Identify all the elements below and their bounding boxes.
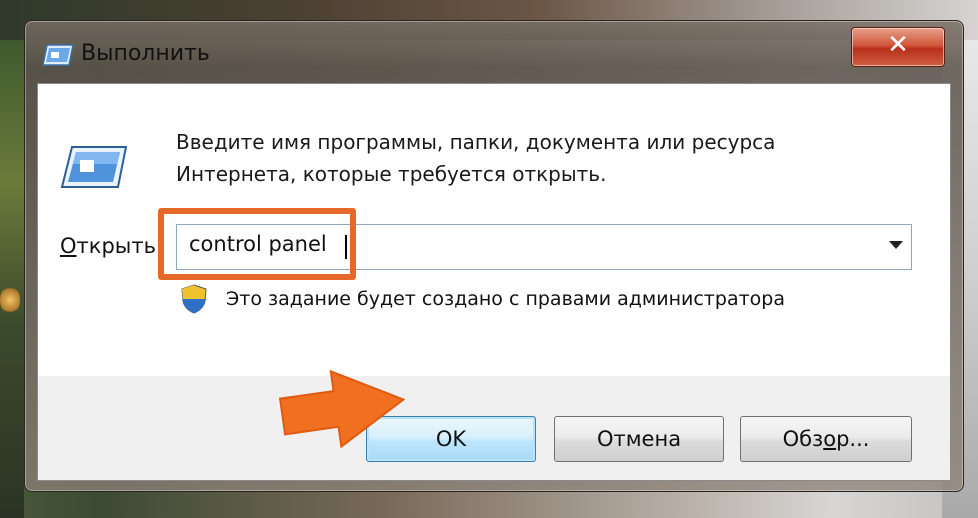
- instruction-text: Введите имя программы, папки, документа …: [176, 126, 876, 190]
- close-icon: ✕: [887, 30, 909, 60]
- background-left: [0, 40, 24, 518]
- dialog-client-area: Введите имя программы, папки, документа …: [37, 83, 951, 481]
- run-icon: [60, 146, 128, 188]
- browse-button[interactable]: Обзор...: [740, 416, 912, 462]
- run-dialog-window: Выполнить ✕ Введите имя программы, папки…: [24, 20, 964, 492]
- highlight-annotation: [158, 208, 356, 280]
- open-label: Открыть:: [60, 234, 163, 258]
- title-bar[interactable]: Выполнить ✕: [25, 21, 963, 83]
- open-label-accesskey: О: [60, 234, 77, 258]
- close-button[interactable]: ✕: [851, 27, 945, 67]
- uac-shield-icon: [181, 284, 207, 314]
- background-light: [0, 285, 20, 315]
- pointer-arrow-annotation: [278, 369, 406, 448]
- browse-label-start: Обз: [782, 427, 824, 451]
- run-icon: [42, 44, 74, 66]
- browse-label-accesskey: о: [823, 427, 837, 451]
- chevron-down-icon[interactable]: [889, 241, 903, 249]
- open-label-rest: ткрыть:: [76, 234, 164, 258]
- instruction-line-2: Интернета, которые требуется открыть.: [176, 162, 607, 186]
- browse-label-end: р...: [836, 427, 870, 451]
- instruction-line-1: Введите имя программы, папки, документа …: [176, 130, 776, 154]
- admin-note: Это задание будет создано с правами адми…: [226, 288, 785, 310]
- window-title: Выполнить: [81, 41, 210, 66]
- dialog-content: Введите имя программы, папки, документа …: [38, 84, 950, 376]
- cancel-button[interactable]: Отмена: [554, 416, 724, 462]
